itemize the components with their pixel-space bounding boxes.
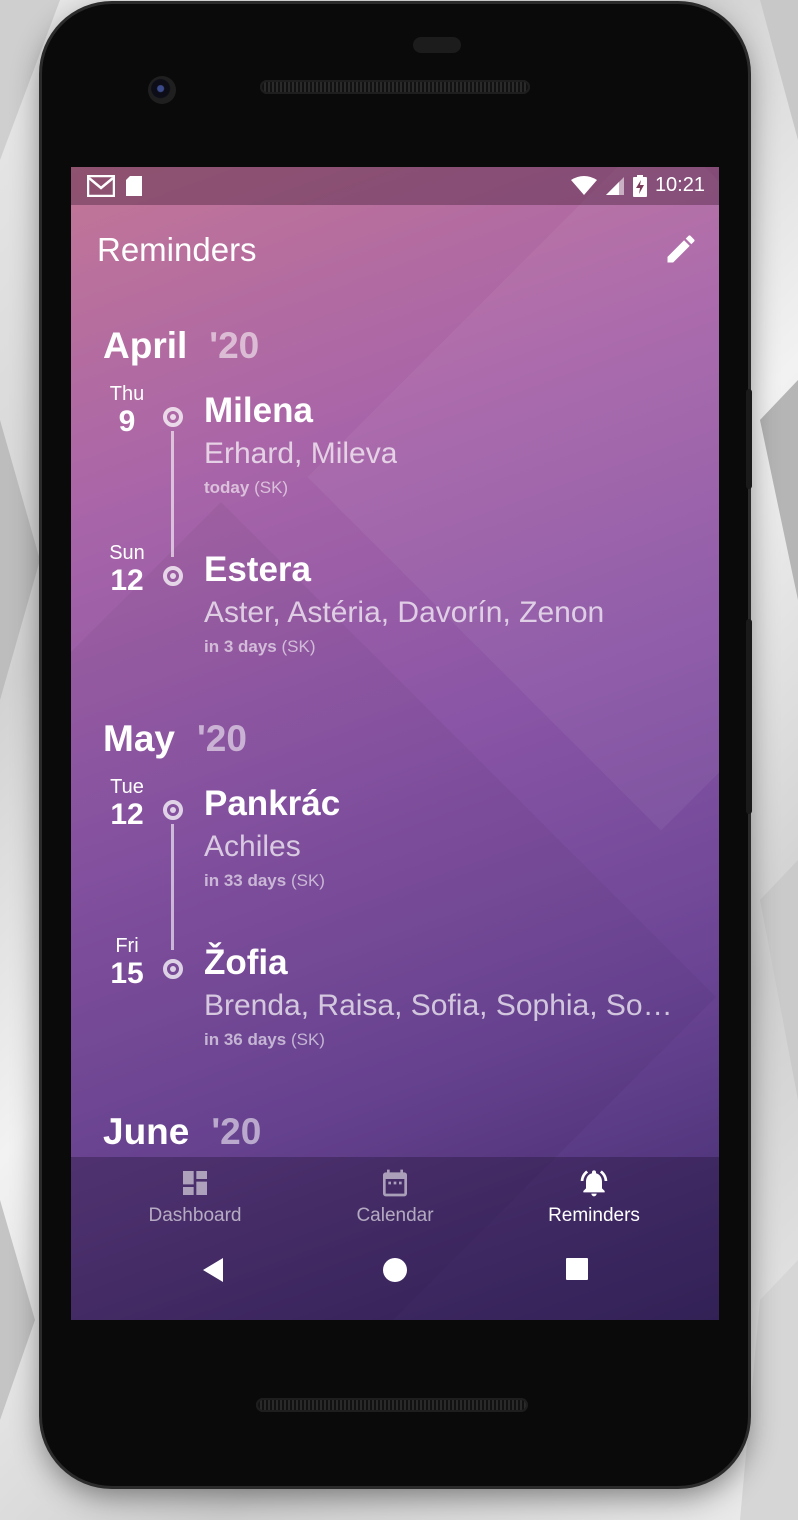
nav-item-calendar[interactable]: Calendar (295, 1167, 495, 1227)
timeline-dot (163, 800, 183, 820)
sd-card-icon (126, 176, 142, 196)
nameday-when: today (SK) (204, 478, 288, 498)
nameday-name: Milena (204, 391, 313, 430)
month-name: June (103, 1111, 190, 1152)
when-text: in 3 days (204, 637, 277, 656)
earpiece-notch (413, 37, 461, 53)
when-country: (SK) (286, 871, 325, 890)
month-name: May (103, 718, 175, 759)
nameday-when: in 33 days (SK) (204, 871, 325, 891)
nav-item-reminders[interactable]: Reminders (494, 1167, 694, 1227)
nameday-others: Erhard, Mileva (204, 437, 398, 470)
dashboard-icon (183, 1171, 207, 1195)
top-speaker (260, 80, 530, 94)
status-bar: 10:21 (71, 167, 719, 205)
nav-label: Reminders (548, 1205, 640, 1226)
weekday: Thu (109, 383, 145, 405)
timeline-dot (163, 407, 183, 427)
front-camera (148, 76, 176, 104)
when-country: (SK) (276, 637, 316, 656)
list-item[interactable]: Fri 15 Žofia Brenda, Raisa, Sofia, Sophi… (71, 935, 719, 1065)
wifi-icon (570, 175, 597, 195)
app-screen: 10:21 Reminders April '20 Thu 9 Milena Er… (71, 167, 719, 1320)
weekday: Tue (110, 776, 144, 798)
power-button (746, 389, 752, 489)
timeline-dot (163, 566, 183, 586)
recents-icon[interactable] (565, 1257, 589, 1281)
status-time: 10:21 (654, 174, 705, 196)
when-country: (SK) (286, 1030, 325, 1049)
weekday: Fri (115, 935, 139, 957)
battery-charging-icon (632, 174, 647, 197)
signal-icon (605, 176, 624, 195)
when-text: in 36 days (204, 1030, 287, 1049)
bottom-speaker (256, 1398, 528, 1412)
month-year: '20 (211, 1111, 262, 1152)
nav-label: Calendar (356, 1205, 434, 1226)
when-text: in 33 days (204, 871, 287, 890)
month-header: May '20 (103, 718, 247, 760)
bell-ringing-icon (580, 1170, 608, 1197)
nameday-others: Brenda, Raisa, Sofia, Sophia, Sop… (204, 989, 684, 1022)
list-item[interactable]: Thu 9 Milena Erhard, Mileva today (SK) (71, 383, 719, 513)
nameday-name: Žofia (204, 943, 288, 982)
nameday-name: Pankrác (204, 784, 341, 823)
nameday-when: in 3 days (SK) (204, 637, 316, 657)
timeline-dot (163, 959, 183, 979)
nameday-others: Aster, Astéria, Davorín, Zenon (204, 596, 605, 629)
page-title: Reminders (97, 231, 257, 268)
when-text: today (204, 478, 250, 497)
month-name: April (103, 325, 188, 366)
gmail-icon (87, 175, 115, 197)
month-year: '20 (209, 325, 260, 366)
month-header: June '20 (103, 1111, 261, 1153)
weekday: Sun (109, 542, 145, 564)
home-icon[interactable] (382, 1257, 408, 1283)
nameday-when: in 36 days (SK) (204, 1030, 325, 1050)
calendar-icon (383, 1169, 407, 1197)
nav-label: Dashboard (148, 1205, 242, 1226)
list-item[interactable]: Tue 12 Pankrác Achiles in 33 days (SK) (71, 776, 719, 906)
when-country: (SK) (249, 478, 289, 497)
list-item[interactable]: Sun 12 Estera Aster, Astéria, Davorín, Z… (71, 542, 719, 672)
volume-button (746, 619, 752, 814)
month-header: April '20 (103, 325, 259, 367)
back-icon[interactable] (201, 1257, 225, 1283)
nameday-name: Estera (204, 550, 312, 589)
edit-pencil-icon[interactable] (663, 231, 699, 267)
nav-item-dashboard[interactable]: Dashboard (95, 1167, 295, 1227)
month-year: '20 (196, 718, 247, 759)
bottom-navigation: Dashboard Calendar Reminders (71, 1157, 719, 1320)
nameday-others: Achiles (204, 830, 301, 863)
